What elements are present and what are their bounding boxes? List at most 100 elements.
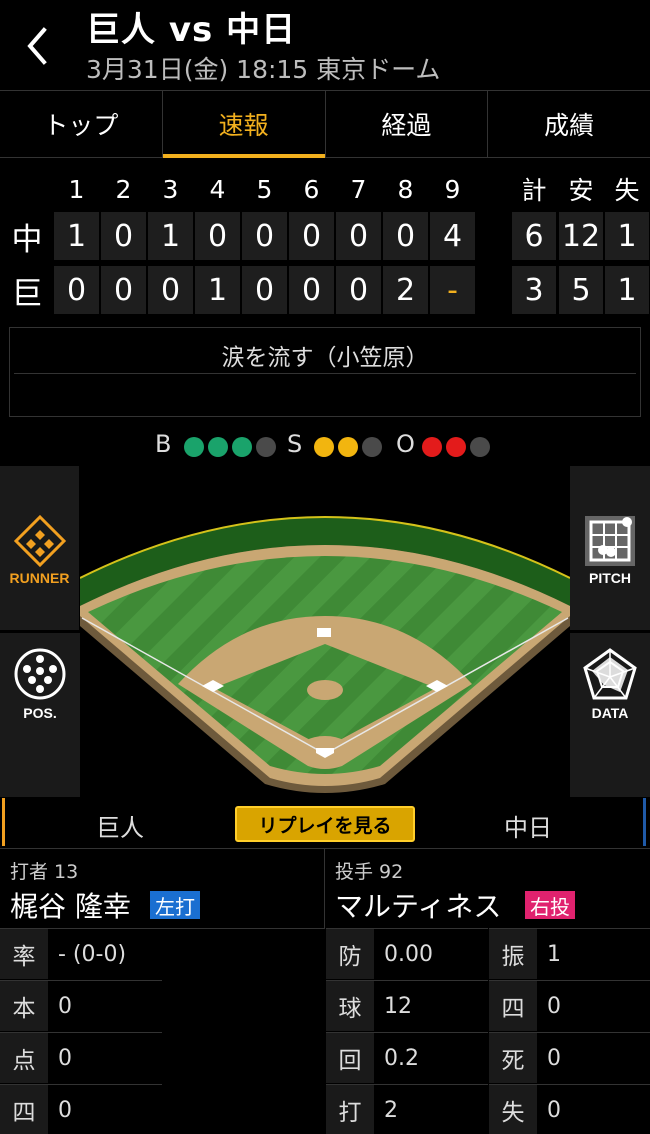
stat-key: 率	[0, 929, 48, 979]
stat-cell: 回 0.2	[326, 1032, 488, 1083]
stat-cell: 打2	[326, 1084, 488, 1134]
inning-score: 2	[383, 266, 428, 314]
diamond-icon	[13, 514, 67, 568]
baseball-field	[80, 516, 570, 793]
stat-key: 本	[0, 981, 48, 1031]
stat-cell: 四0	[489, 980, 650, 1031]
stat-key: 死	[489, 1033, 537, 1083]
strike-dot	[314, 437, 334, 457]
total-score: 1	[605, 266, 649, 314]
inning-header: 7	[350, 174, 367, 204]
stat-value: 0	[547, 1045, 561, 1071]
pitch-grid-icon	[585, 516, 635, 566]
data-button[interactable]: DATA	[570, 633, 650, 798]
inning-header: 8	[397, 174, 414, 204]
stat-key: 四	[489, 981, 537, 1031]
tab-live[interactable]: 速報	[162, 91, 326, 158]
runner-button[interactable]: RUNNER	[0, 466, 80, 631]
stat-value: 0	[58, 1097, 72, 1123]
total-score: 6	[512, 212, 556, 260]
stat-value: 1	[547, 941, 561, 967]
tab-progress[interactable]: 経過	[326, 91, 489, 157]
stat-cell: 四0	[0, 1084, 162, 1134]
home-team-label: 巨人	[96, 814, 144, 842]
stat-key: 回	[326, 1033, 374, 1083]
away-team-color	[643, 798, 646, 846]
inning-header: 5	[256, 174, 273, 204]
inning-score: 0	[101, 266, 146, 314]
stat-key: 失	[489, 1085, 537, 1134]
totals-header: 失	[614, 176, 640, 205]
pitcher-role: 投手 92	[335, 861, 404, 883]
stat-key: 振	[489, 929, 537, 979]
chevron-left-icon	[27, 27, 47, 65]
inning-score: 1	[54, 212, 99, 260]
inning-score: 0	[148, 266, 193, 314]
inning-score: 0	[242, 266, 287, 314]
outs-label: O	[396, 430, 415, 458]
batter-role: 打者 13	[10, 861, 79, 883]
strikes-label: S	[287, 430, 303, 458]
stat-cell: 振1	[489, 928, 650, 979]
inning-header: 9	[444, 174, 461, 204]
pitcher-name: マルティネス	[335, 890, 502, 923]
positions-button[interactable]: POS.	[0, 633, 80, 798]
ball-dot	[256, 437, 276, 457]
inning-header: 3	[162, 174, 179, 204]
ball-dot	[208, 437, 228, 457]
stat-key: 四	[0, 1085, 48, 1134]
inning-header: 2	[115, 174, 132, 204]
positions-icon	[14, 648, 66, 700]
pitcher-panel: 投手 92 マルティネス 右投	[325, 849, 650, 929]
runner-label: RUNNER	[9, 570, 70, 586]
replay-button[interactable]: リプレイを見る	[235, 806, 415, 842]
pitch-button[interactable]: PITCH	[570, 466, 650, 631]
inning-score: 1	[148, 212, 193, 260]
totals-header: 計	[521, 176, 547, 205]
ball-dot	[232, 437, 252, 457]
inning-score: 4	[430, 212, 475, 260]
batter-name: 梶谷 隆幸	[10, 890, 131, 923]
batter-panel: 打者 13 梶谷 隆幸 左打	[0, 849, 325, 929]
total-score: 5	[559, 266, 603, 314]
pitch-label: PITCH	[589, 570, 631, 586]
stat-value: 12	[384, 993, 412, 1019]
stat-value: 0	[547, 993, 561, 1019]
inning-score: 0	[289, 212, 334, 260]
tab-bar: トップ 速報 経過 成績	[0, 90, 650, 158]
inning-score: 1	[195, 266, 240, 314]
stat-cell: 率 - (0-0)	[0, 928, 325, 979]
stat-cell: 死0	[489, 1032, 650, 1083]
field-area: RUNNER POS. PITCH DATA	[0, 466, 650, 798]
inning-score: 0	[195, 212, 240, 260]
stat-value: - (0-0)	[58, 941, 127, 967]
total-score: 12	[559, 212, 603, 260]
inning-score: 0	[54, 266, 99, 314]
team-abbr: 巨	[11, 275, 43, 312]
total-score: 3	[512, 266, 556, 314]
ball-count: B S O	[0, 430, 650, 464]
page-title: 巨人 vs 中日	[86, 10, 297, 50]
total-score: 1	[605, 212, 649, 260]
stat-value: 0	[58, 993, 72, 1019]
back-button[interactable]	[20, 26, 54, 66]
stat-cell: 本0	[0, 980, 162, 1031]
tab-top[interactable]: トップ	[0, 91, 163, 157]
stat-cell: 失0	[489, 1084, 650, 1134]
inning-header: 4	[209, 174, 226, 204]
out-dot	[422, 437, 442, 457]
balls-label: B	[155, 430, 172, 458]
stat-key: 打	[326, 1085, 374, 1134]
tab-stats[interactable]: 成績	[488, 91, 650, 157]
play-result-text: 涙を流す（小笠原）	[221, 345, 429, 371]
stat-value: 2	[384, 1097, 398, 1123]
stat-value: 0.00	[384, 941, 433, 967]
play-result-box: 涙を流す（小笠原）	[9, 327, 641, 417]
stat-cell: 球 12	[326, 980, 488, 1031]
stat-key: 球	[326, 981, 374, 1031]
out-dot	[446, 437, 466, 457]
batter-hand-badge: 左打	[150, 891, 200, 919]
inning-score: 0	[101, 212, 146, 260]
stat-key: 点	[0, 1033, 48, 1083]
stat-value: 0.2	[384, 1045, 419, 1071]
